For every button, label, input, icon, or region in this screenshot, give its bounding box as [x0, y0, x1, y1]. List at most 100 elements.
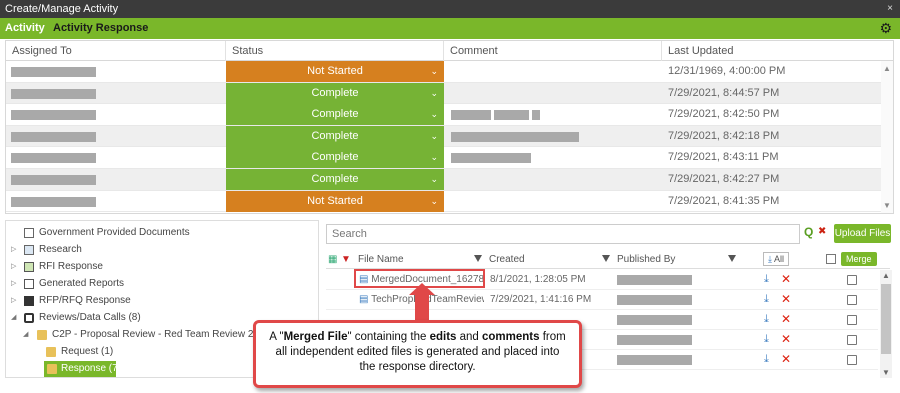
table-row[interactable]: Complete ⌄ 7/29/2021, 8:42:18 PM	[6, 125, 881, 148]
table-row[interactable]: Not Started ⌄ 7/29/2021, 8:41:35 PM	[6, 190, 881, 213]
table-row[interactable]: Complete ⌄ 7/29/2021, 8:43:11 PM	[6, 147, 881, 169]
delete-icon[interactable]: ✕	[781, 292, 791, 306]
filter-icon[interactable]	[728, 255, 736, 262]
collapse-arrow-icon[interactable]: ◢	[11, 310, 16, 326]
scroll-up-icon[interactable]: ▲	[883, 64, 891, 73]
status-dropdown[interactable]: Complete ⌄	[226, 125, 444, 147]
download-all-button[interactable]: ⤓ All	[763, 252, 790, 266]
select-all-icon[interactable]: ▦	[328, 250, 337, 269]
status-label: Complete	[311, 173, 359, 185]
column-file-name[interactable]: File Name	[358, 250, 404, 269]
filter-icon[interactable]	[474, 255, 482, 262]
status-dropdown[interactable]: Complete ⌄	[226, 104, 444, 126]
grid-header: Assigned To Status Comment Last Updated	[6, 41, 893, 61]
callout-arrow-stem	[415, 291, 429, 322]
merge-button[interactable]: Merge	[841, 252, 877, 266]
redacted-name	[11, 88, 96, 99]
file-created: 8/1/2021, 1:28:05 PM	[490, 274, 586, 285]
grid-scrollbar[interactable]: ▲ ▼	[881, 61, 893, 213]
merge-checkbox[interactable]	[847, 355, 857, 365]
collapse-arrow-icon[interactable]: ◢	[23, 327, 28, 343]
delete-icon[interactable]: ✕	[781, 332, 791, 346]
tree-item-label: Response (7)	[61, 363, 122, 374]
table-row[interactable]: Not Started ⌄ 12/31/1969, 4:00:00 PM	[6, 61, 881, 83]
expand-arrow-icon[interactable]: ▷	[11, 242, 16, 258]
table-row[interactable]: Complete ⌄ 7/29/2021, 8:42:27 PM	[6, 169, 881, 191]
merge-all-checkbox[interactable]	[826, 254, 836, 264]
download-icon[interactable]: ⤓	[764, 273, 769, 286]
last-updated: 7/29/2021, 8:43:11 PM	[668, 151, 779, 164]
scroll-thumb[interactable]	[881, 284, 891, 354]
tab-activity[interactable]: Activity	[5, 18, 45, 39]
folder-icon	[46, 347, 56, 357]
callout-strong: edits	[429, 331, 457, 343]
status-dropdown[interactable]: Complete ⌄	[226, 147, 444, 169]
expand-arrow-icon[interactable]: ▷	[11, 276, 16, 292]
download-icon[interactable]: ⤓	[764, 313, 769, 326]
status-dropdown[interactable]: Not Started ⌄	[226, 190, 444, 212]
file-created: 7/29/2021, 1:41:16 PM	[490, 294, 592, 305]
download-icon[interactable]: ⤓	[764, 293, 769, 306]
redacted-comment	[451, 153, 531, 164]
tree-item-response[interactable]: Response (7)	[44, 361, 121, 377]
expand-arrow-icon[interactable]: ▷	[11, 293, 16, 309]
last-updated: 7/29/2021, 8:42:50 PM	[668, 108, 780, 121]
tree-item-label: Request (1)	[61, 346, 114, 357]
redacted-name	[11, 175, 96, 185]
rfp-icon	[24, 296, 34, 306]
status-dropdown[interactable]: Complete ⌄	[226, 169, 444, 190]
column-last-updated[interactable]: Last Updated	[662, 41, 893, 61]
column-published-by[interactable]: Published By	[617, 250, 675, 269]
status-dropdown[interactable]: Complete ⌄	[226, 82, 444, 104]
document-icon	[24, 228, 34, 238]
status-dropdown[interactable]: Not Started ⌄	[226, 61, 444, 82]
upload-files-button[interactable]: Upload Files	[834, 224, 891, 243]
status-label: Complete	[311, 86, 359, 99]
clear-filter-icon[interactable]: ▼	[341, 250, 351, 269]
redacted-name	[11, 131, 96, 142]
redacted-name	[11, 196, 96, 207]
scroll-up-icon[interactable]: ▲	[882, 271, 890, 280]
chevron-down-icon: ⌄	[430, 66, 438, 76]
redacted-publisher	[617, 315, 692, 325]
delete-icon[interactable]: ✕	[781, 312, 791, 326]
table-row[interactable]: Complete ⌄ 7/29/2021, 8:44:57 PM	[6, 82, 881, 105]
search-icon[interactable]: Q	[804, 225, 813, 239]
scroll-down-icon[interactable]: ▼	[883, 201, 891, 210]
download-all-label: All	[774, 254, 785, 264]
callout-strong: Merged File	[283, 331, 348, 343]
redacted-name	[11, 153, 96, 164]
column-created[interactable]: Created	[489, 250, 525, 269]
download-icon[interactable]: ⤓	[764, 353, 769, 366]
status-label: Not Started	[307, 194, 363, 207]
expand-arrow-icon[interactable]: ▷	[11, 259, 16, 275]
redacted-name	[11, 67, 96, 77]
merge-checkbox[interactable]	[847, 275, 857, 285]
merge-checkbox[interactable]	[847, 295, 857, 305]
last-updated: 7/29/2021, 8:41:35 PM	[668, 194, 780, 207]
clear-search-icon[interactable]: ✖	[818, 226, 826, 237]
tree-item-label: Government Provided Documents	[39, 227, 190, 238]
delete-icon[interactable]: ✕	[781, 272, 791, 286]
column-comment[interactable]: Comment	[444, 41, 662, 61]
tree-item-label: Research	[39, 244, 82, 255]
search-input[interactable]: Search	[326, 224, 800, 244]
last-updated: 7/29/2021, 8:42:27 PM	[668, 173, 780, 185]
redacted-name	[11, 110, 96, 121]
download-icon[interactable]: ⤓	[764, 333, 769, 346]
table-row[interactable]: Complete ⌄ 7/29/2021, 8:42:50 PM	[6, 104, 881, 126]
tab-activity-response[interactable]: Activity Response	[53, 18, 148, 39]
column-status[interactable]: Status	[226, 41, 444, 61]
merge-checkbox[interactable]	[847, 335, 857, 345]
filter-icon[interactable]	[602, 255, 610, 262]
files-scrollbar[interactable]: ▲ ▼	[880, 270, 892, 378]
chevron-down-icon: ⌄	[430, 174, 438, 184]
delete-icon[interactable]: ✕	[781, 352, 791, 366]
scroll-down-icon[interactable]: ▼	[882, 368, 890, 377]
status-label: Complete	[311, 129, 359, 142]
close-icon[interactable]: ×	[887, 0, 893, 18]
gear-icon[interactable]: ⚙	[879, 18, 892, 39]
column-assigned-to[interactable]: Assigned To	[6, 41, 226, 61]
last-updated: 7/29/2021, 8:44:57 PM	[668, 86, 780, 99]
merge-checkbox[interactable]	[847, 315, 857, 325]
